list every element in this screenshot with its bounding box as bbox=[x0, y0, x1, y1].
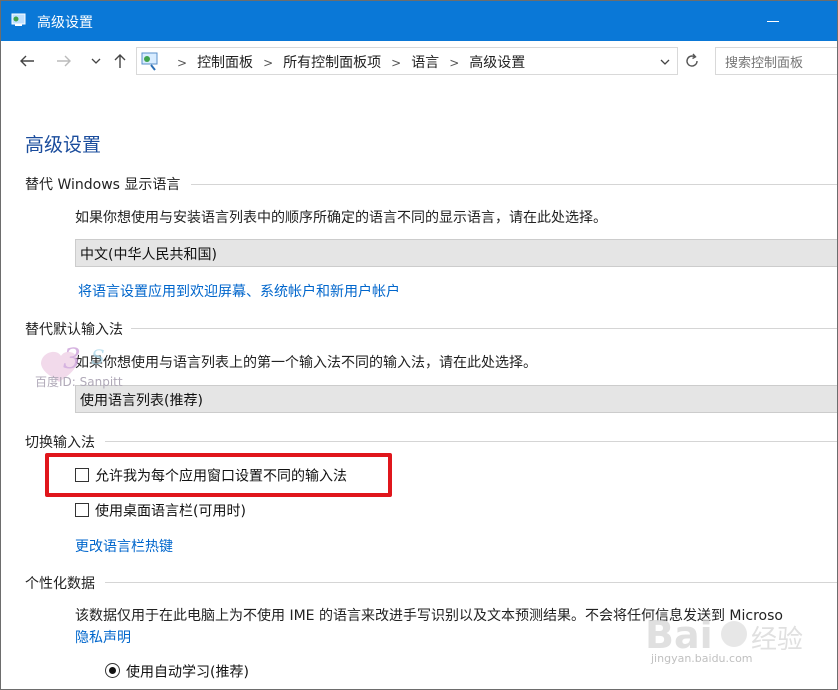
breadcrumb-advanced-settings[interactable]: 高级设置 bbox=[469, 52, 525, 72]
svg-text:S: S bbox=[91, 345, 105, 369]
arrow-right-icon bbox=[57, 55, 71, 67]
breadcrumb-control-panel[interactable]: 控制面板 bbox=[197, 52, 253, 72]
svg-text:Bai: Bai bbox=[645, 613, 713, 657]
auto-learning-label: 使用自动学习(推荐) bbox=[126, 664, 249, 681]
arrow-left-icon bbox=[20, 55, 34, 67]
desktop-language-bar-checkbox[interactable] bbox=[75, 502, 89, 517]
chevron-down-icon bbox=[660, 59, 670, 65]
search-input[interactable] bbox=[715, 47, 837, 75]
desktop-language-bar-option[interactable]: 使用桌面语言栏(可用时) bbox=[75, 500, 246, 520]
main-content: 高级设置 替代 Windows 显示语言 如果你想使用与安装语言列表中的顺序所确… bbox=[1, 81, 837, 689]
window-title: 高级设置 bbox=[37, 15, 93, 31]
baidu-id-watermark: 百度ID: Sanpitt bbox=[35, 375, 123, 389]
breadcrumb-language[interactable]: 语言 bbox=[411, 52, 439, 72]
input-method-select[interactable]: 使用语言列表(推荐) bbox=[75, 385, 837, 413]
minimize-button[interactable] bbox=[764, 9, 786, 31]
title-bar[interactable]: 高级设置 bbox=[1, 1, 837, 41]
display-language-select[interactable]: 中文(中华人民共和国) bbox=[75, 239, 837, 267]
chevron-down-icon bbox=[91, 58, 101, 64]
breadcrumb-separator: > bbox=[263, 56, 274, 70]
personalization-title: 个性化数据 bbox=[25, 573, 101, 593]
refresh-icon bbox=[686, 53, 698, 67]
display-language-title: 替代 Windows 显示语言 bbox=[25, 174, 187, 194]
apply-language-settings-link[interactable]: 将语言设置应用到欢迎屏幕、系统帐户和新用户帐户 bbox=[78, 281, 400, 301]
section-divider bbox=[105, 441, 837, 442]
section-divider bbox=[131, 328, 837, 329]
privacy-statement-link[interactable]: 隐私声明 bbox=[75, 627, 131, 647]
page-title: 高级设置 bbox=[25, 134, 102, 156]
breadcrumb-all-items[interactable]: 所有控制面板项 bbox=[283, 52, 381, 72]
up-button[interactable] bbox=[109, 49, 131, 73]
breadcrumb-separator: > bbox=[177, 56, 188, 70]
advanced-settings-window: 高级设置 > 控制面板 > 所有控制面板项 > 语言 > 高级设置 搜索控制面板… bbox=[0, 0, 838, 690]
baidu-jingyan-watermark-logo: Bai 经验 bbox=[645, 613, 803, 657]
section-divider bbox=[105, 582, 837, 583]
display-language-description: 如果你想使用与安装语言列表中的顺序所确定的语言不同的显示语言，请在此处选择。 bbox=[75, 210, 607, 226]
switching-title: 切换输入法 bbox=[25, 432, 101, 452]
breadcrumb-separator: > bbox=[391, 56, 402, 70]
change-hotkeys-link[interactable]: 更改语言栏热键 bbox=[75, 536, 173, 556]
recent-locations-button[interactable] bbox=[85, 49, 107, 73]
back-button[interactable] bbox=[16, 49, 38, 73]
section-divider bbox=[191, 184, 837, 185]
control-panel-icon bbox=[139, 51, 161, 71]
jingyan-url-watermark: jingyan.baidu.com bbox=[651, 652, 753, 665]
svg-text:3: 3 bbox=[63, 342, 81, 375]
auto-learning-radio[interactable] bbox=[105, 663, 120, 678]
auto-learning-option[interactable]: 使用自动学习(推荐) bbox=[105, 661, 249, 682]
address-dropdown-button[interactable] bbox=[659, 52, 671, 71]
breadcrumb-items: > 控制面板 > 所有控制面板项 > 语言 > 高级设置 bbox=[167, 52, 525, 72]
input-method-description: 如果你想使用与语言列表上的第一个输入法不同的输入法，请在此处选择。 bbox=[75, 355, 537, 371]
breadcrumb[interactable]: > 控制面板 > 所有控制面板项 > 语言 > 高级设置 bbox=[136, 47, 678, 75]
breadcrumb-separator: > bbox=[449, 56, 460, 70]
control-panel-icon bbox=[10, 11, 28, 29]
refresh-button[interactable] bbox=[681, 48, 703, 74]
desktop-language-bar-label: 使用桌面语言栏(可用时) bbox=[95, 503, 246, 520]
svg-text:经验: 经验 bbox=[751, 625, 803, 655]
forward-button[interactable] bbox=[53, 49, 75, 73]
red-highlight-box bbox=[45, 453, 392, 497]
arrow-up-icon bbox=[114, 54, 126, 68]
